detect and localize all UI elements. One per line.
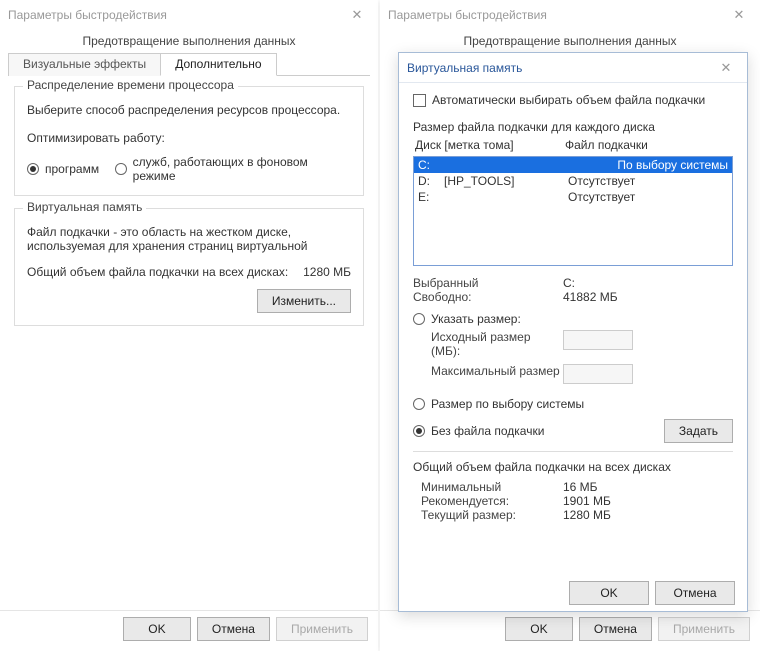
apply-button[interactable]: Применить [276,617,368,641]
ok-button[interactable]: OK [569,581,649,605]
change-button[interactable]: Изменить... [257,289,351,313]
titlebar-left[interactable]: Параметры быстродействия ✕ [0,0,378,30]
disk-row-d[interactable]: D: [HP_TOOLS] Отсутствует [414,173,732,189]
rec-label: Рекомендуется: [413,494,563,508]
disk-row-e[interactable]: E: Отсутствует [414,189,732,205]
tab-group-label: Предотвращение выполнения данных [388,30,752,52]
radio-icon [27,163,39,175]
cpu-desc: Выберите способ распределения ресурсов п… [27,103,351,117]
disk-label [444,190,568,204]
totals-legend: Общий объем файла подкачки на всех диска… [413,460,733,474]
per-disk-label: Размер файла подкачки для каждого диска [413,120,733,134]
radio-custom-label: Указать размер: [431,312,521,326]
cur-value: 1280 МБ [563,508,611,522]
titlebar-vm[interactable]: Виртуальная память ✕ [399,53,747,83]
radio-system-label: Размер по выбору системы [431,397,584,411]
rec-value: 1901 МБ [563,494,611,508]
disk-pagefile: Отсутствует [568,190,728,204]
disk-drive: C: [418,158,444,172]
col-disk: Диск [метка тома] [415,138,565,152]
free-space-label: Свободно: [413,290,563,304]
virtual-memory-group: Виртуальная память Файл подкачки - это о… [14,208,364,326]
cpu-scheduling-group: Распределение времени процессора Выберит… [14,86,364,196]
vm-total-value: 1280 МБ [303,265,351,279]
max-size-input [563,364,633,384]
virtual-memory-dialog: Виртуальная память ✕ Автоматически выбир… [398,52,748,612]
disk-row-c[interactable]: C: По выбору системы [414,157,732,173]
close-icon[interactable]: ✕ [726,2,752,28]
selected-drive-label: Выбранный [413,276,563,290]
close-icon[interactable]: ✕ [713,55,739,81]
vm-desc: Файл подкачки - это область на жестком д… [27,225,351,253]
optimize-label: Оптимизировать работу: [27,131,351,145]
disk-pagefile: Отсутствует [568,174,728,188]
auto-manage-label: Автоматически выбирать объем файла подка… [432,93,705,107]
window-title: Параметры быстродействия [8,8,344,22]
disk-drive: D: [418,174,444,188]
disk-label [444,158,568,172]
min-value: 16 МБ [563,480,598,494]
tab-advanced[interactable]: Дополнительно [160,53,276,76]
radio-icon [413,313,425,325]
set-button[interactable]: Задать [664,419,733,443]
radio-no-pagefile[interactable]: Без файла подкачки [413,424,658,438]
radio-custom-size[interactable]: Указать размер: [413,312,727,326]
ok-button[interactable]: OK [123,617,191,641]
ok-button[interactable]: OK [505,617,573,641]
apply-button[interactable]: Применить [658,617,750,641]
cancel-button[interactable]: Отмена [197,617,270,641]
dialog-buttons-left: OK Отмена Применить [0,610,378,647]
tab-visual-effects[interactable]: Визуальные эффекты [8,53,161,76]
radio-programs[interactable]: программ [27,162,99,176]
group-legend: Распределение времени процессора [23,78,238,92]
group-legend: Виртуальная память [23,200,146,214]
perf-options-window-left: Параметры быстродействия ✕ Предотвращени… [0,0,378,651]
radio-programs-label: программ [45,162,99,176]
vm-total-label: Общий объем файла подкачки на всех диска… [27,265,303,279]
initial-size-label: Исходный размер (МБ): [413,330,563,358]
radio-icon [413,425,425,437]
initial-size-input [563,330,633,350]
checkbox-icon [413,94,426,107]
window-title: Параметры быстродействия [388,8,726,22]
dialog-buttons-right: OK Отмена Применить [380,610,760,647]
tabs: Визуальные эффекты Дополнительно [8,52,370,76]
radio-icon [115,163,127,175]
cancel-button[interactable]: Отмена [655,581,735,605]
close-icon[interactable]: ✕ [344,2,370,28]
radio-system-managed[interactable]: Размер по выбору системы [413,397,727,411]
disk-list[interactable]: C: По выбору системы D: [HP_TOOLS] Отсут… [413,156,733,266]
free-space-value: 41882 МБ [563,290,618,304]
radio-icon [413,398,425,410]
max-size-label: Максимальный размер [413,364,563,387]
auto-manage-checkbox[interactable]: Автоматически выбирать объем файла подка… [413,93,705,107]
radio-services-label: служб, работающих в фоновом режиме [133,155,345,183]
col-page: Файл подкачки [565,138,648,152]
cancel-button[interactable]: Отмена [579,617,652,641]
min-label: Минимальный [413,480,563,494]
disk-drive: E: [418,190,444,204]
selected-drive-value: C: [563,276,575,290]
tab-group-label: Предотвращение выполнения данных [8,30,370,52]
radio-services[interactable]: служб, работающих в фоновом режиме [115,155,345,183]
radio-none-label: Без файла подкачки [431,424,544,438]
titlebar-right[interactable]: Параметры быстродействия ✕ [380,0,760,30]
disk-label: [HP_TOOLS] [444,174,568,188]
dialog-title: Виртуальная память [407,61,713,75]
cur-label: Текущий размер: [413,508,563,522]
disk-pagefile: По выбору системы [568,158,728,172]
